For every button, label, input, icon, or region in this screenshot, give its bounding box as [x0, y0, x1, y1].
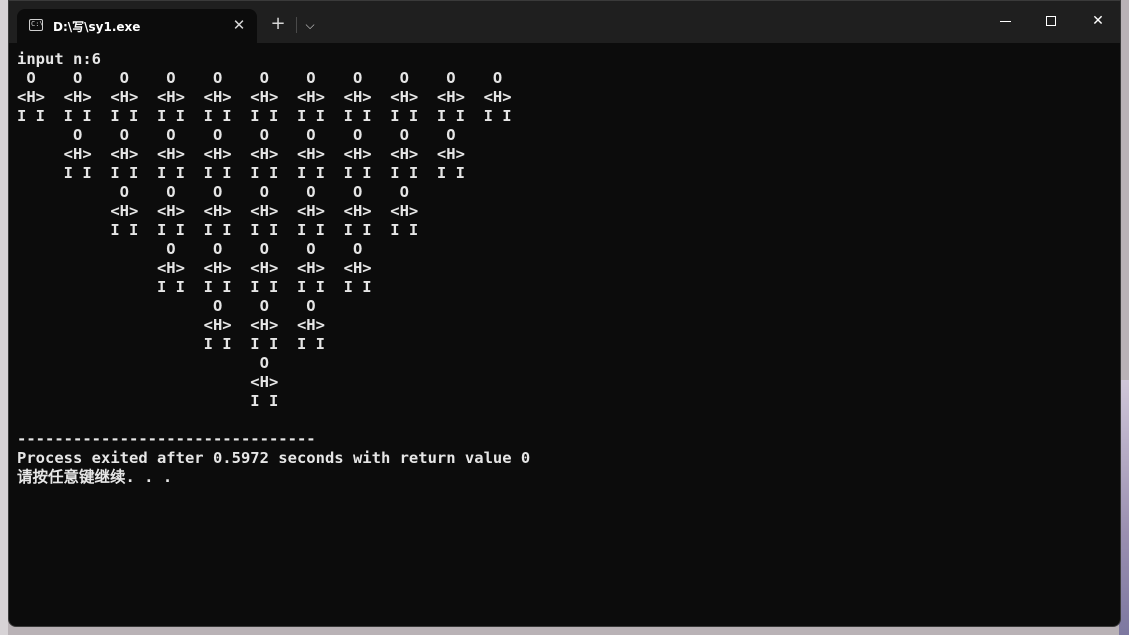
console-line: I I I I I I [17, 335, 325, 353]
console-line: O O O O O [17, 240, 363, 258]
console-line: Process exited after 0.5972 seconds with… [17, 449, 531, 467]
tab-close-icon[interactable]: ✕ [228, 14, 250, 36]
console-line: -------------------------------- [17, 430, 316, 448]
close-button[interactable]: ✕ [1075, 1, 1120, 43]
console-line: O O O O O O O O O [17, 126, 456, 144]
console-line: <H> <H> <H> <H> <H> [17, 259, 372, 277]
console-line: I I I I I I I I I I [17, 278, 372, 296]
console-line: O [17, 354, 269, 372]
console-line: O O O O O O O [17, 183, 409, 201]
title-bar: C:\ D:\写\sy1.exe ✕ + ⌵ ✕ [9, 1, 1120, 43]
tab-divider [296, 17, 297, 33]
tab-title: D:\写\sy1.exe [53, 20, 141, 34]
console-line: I I I I I I I I I I I I I I I I I I I I … [17, 107, 512, 125]
new-tab-icon[interactable]: + [267, 13, 289, 35]
desktop-background-left [0, 0, 8, 635]
console-line: I I I I I I I I I I I I I I I I I I [17, 164, 465, 182]
console-line: <H> <H> <H> <H> <H> <H> <H> [17, 202, 419, 220]
console-line: input n:6 [17, 50, 101, 68]
tab-sy1-exe[interactable]: C:\ D:\写\sy1.exe ✕ [17, 9, 257, 43]
console-line: I I I I I I I I I I I I I I [17, 221, 419, 239]
close-icon: ✕ [1092, 13, 1104, 29]
console-line: I I [17, 392, 279, 410]
minimize-button[interactable] [983, 1, 1029, 43]
maximize-icon [1046, 16, 1056, 26]
console-line: 请按任意键继续. . . [17, 468, 173, 486]
console-line: O O O O O O O O O O O [17, 69, 503, 87]
console-icon: C:\ [29, 19, 44, 31]
console-line: <H> <H> <H> <H> <H> <H> <H> <H> <H> [17, 145, 465, 163]
minimize-icon [1000, 21, 1011, 22]
console-line: <H> [17, 373, 279, 391]
chevron-down-icon[interactable]: ⌵ [299, 14, 321, 36]
terminal-window: C:\ D:\写\sy1.exe ✕ + ⌵ ✕ input n:6 O O O… [8, 0, 1121, 627]
console-line: <H> <H> <H> [17, 316, 325, 334]
console-line: O O O [17, 297, 316, 315]
console-output[interactable]: input n:6 O O O O O O O O O O O <H> <H> <… [17, 50, 530, 487]
maximize-button[interactable] [1029, 1, 1075, 43]
console-line: <H> <H> <H> <H> <H> <H> <H> <H> <H> <H> … [17, 88, 512, 106]
